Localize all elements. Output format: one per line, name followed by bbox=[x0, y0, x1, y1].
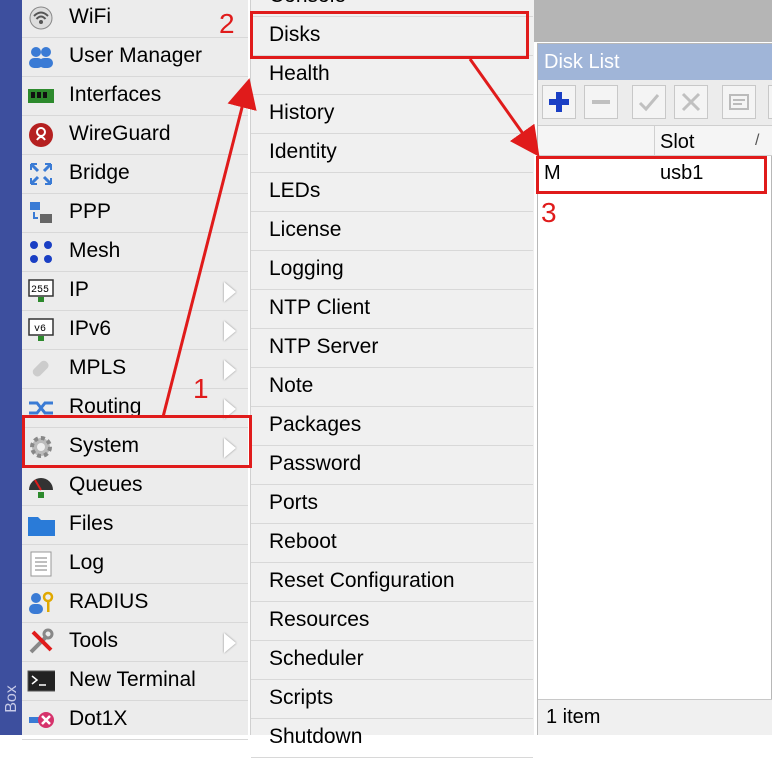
annotation-arrows bbox=[161, 58, 540, 418]
arrow-1-to-2 bbox=[161, 78, 257, 418]
arrow-2-to-3 bbox=[468, 58, 540, 157]
